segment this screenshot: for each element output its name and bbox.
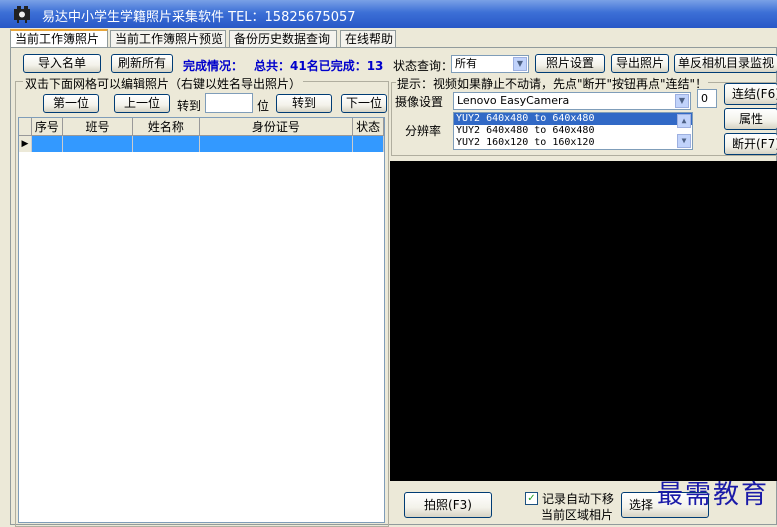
row-pointer-icon: ▶: [19, 135, 32, 152]
tab-history-query[interactable]: 备份历史数据查询: [229, 30, 337, 48]
table-row[interactable]: ▶: [19, 135, 384, 152]
video-hint-text: 提示：视频如果静止不动请，先点"断开"按钮再点"连结"！: [396, 75, 709, 92]
student-grid[interactable]: 序号 班号 姓名称 身份证号 状态 ▶: [18, 117, 385, 523]
col-header-class[interactable]: 班号: [62, 118, 134, 136]
camera-select[interactable]: Lenovo EasyCamera ▼: [453, 92, 691, 110]
auto-move-label: 记录自动下移: [542, 492, 615, 506]
goto-label: 转到: [177, 99, 202, 113]
export-photos-button[interactable]: 导出照片: [611, 54, 669, 73]
table-cell[interactable]: [31, 135, 63, 152]
first-record-button[interactable]: 第一位: [43, 94, 99, 113]
next-record-button[interactable]: 下一位: [341, 94, 387, 113]
chevron-down-icon[interactable]: ▼: [675, 94, 689, 108]
row-indicator-header: [19, 118, 32, 136]
col-header-index[interactable]: 序号: [31, 118, 63, 136]
slr-monitor-button[interactable]: 单反相机目录监视: [674, 54, 777, 73]
camera-preview[interactable]: [390, 161, 777, 481]
resolution-option[interactable]: YUY2 160x120 to 160x120: [454, 137, 692, 149]
main-panel: 导入名单 刷新所有 完成情况： 总共：41名已完成：13 状态查询： 所有 ▼ …: [10, 47, 777, 527]
status-query-select[interactable]: 所有 ▼: [451, 55, 529, 73]
table-cell[interactable]: [132, 135, 200, 152]
tab-photo-preview[interactable]: 当前工作簿照片预览: [110, 30, 226, 48]
scroll-down-icon[interactable]: ▼: [677, 134, 691, 148]
resolution-label: 分辨率: [405, 124, 442, 138]
goto-unit-label: 位: [257, 99, 270, 113]
resolution-option[interactable]: YUY2 640x480 to 640x480: [454, 113, 692, 125]
camera-value: Lenovo EasyCamera: [457, 94, 570, 107]
table-cell[interactable]: [352, 135, 384, 152]
tab-current-workbook-photos[interactable]: 当前工作簿照片: [10, 29, 108, 48]
col-header-name[interactable]: 姓名称: [132, 118, 200, 136]
area-photo-label: 当前区域相片: [541, 508, 614, 522]
col-header-status[interactable]: 状态: [352, 118, 384, 136]
resolution-option[interactable]: YUY2 640x480 to 640x480: [454, 125, 692, 137]
resolution-list[interactable]: YUY2 640x480 to 640x480 YUY2 640x480 to …: [453, 112, 693, 150]
disconnect-button[interactable]: 断开(F7): [724, 133, 777, 155]
window-title: 易达中小学生学籍照片采集软件 TEL：15825675057: [42, 10, 356, 25]
auto-move-checkbox[interactable]: ✓: [525, 492, 538, 505]
scroll-up-icon[interactable]: ▲: [677, 114, 691, 128]
progress-label: 完成情况：: [183, 59, 244, 73]
camera-label: 摄像设置: [395, 95, 444, 109]
connect-button[interactable]: 连结(F6): [724, 83, 777, 105]
goto-button[interactable]: 转到: [276, 94, 332, 113]
watermark-logo: 最需教育: [656, 480, 769, 510]
properties-button[interactable]: 属性: [724, 108, 777, 130]
tab-online-help[interactable]: 在线帮助: [340, 30, 396, 48]
photo-settings-button[interactable]: 照片设置: [535, 54, 605, 73]
title-bar: 易达中小学生学籍照片采集软件 TEL：15825675057: [0, 0, 777, 28]
table-cell[interactable]: [62, 135, 134, 152]
progress-text: 总共：41名已完成：13: [254, 59, 384, 73]
camera-index-field[interactable]: 0: [697, 89, 717, 108]
capture-photo-button[interactable]: 拍照(F3): [404, 492, 492, 518]
refresh-all-button[interactable]: 刷新所有: [111, 54, 173, 73]
status-query-value: 所有: [455, 57, 477, 70]
col-header-id-number[interactable]: 身份证号: [199, 118, 354, 136]
table-cell[interactable]: [199, 135, 354, 152]
import-list-button[interactable]: 导入名单: [23, 54, 101, 73]
status-query-label: 状态查询：: [393, 59, 454, 73]
chevron-down-icon[interactable]: ▼: [513, 57, 527, 71]
goto-position-input[interactable]: [205, 93, 253, 113]
prev-record-button[interactable]: 上一位: [114, 94, 170, 113]
grid-header-row: 序号 班号 姓名称 身份证号 状态: [19, 118, 384, 136]
grid-group-title: 双击下面网格可以编辑照片（右键以姓名导出照片）: [23, 75, 304, 92]
camera-app-icon: [14, 6, 30, 23]
